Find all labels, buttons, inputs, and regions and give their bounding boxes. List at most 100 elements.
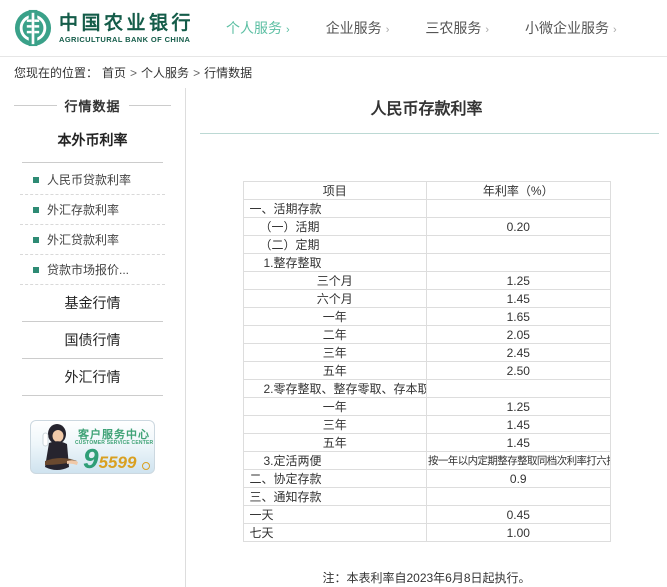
sidebar-section-rates: 本外币利率 bbox=[22, 114, 163, 163]
table-column-header: 项目 bbox=[243, 182, 427, 200]
table-row: 三年2.45 bbox=[243, 344, 610, 362]
sidebar-group-link[interactable]: 基金行情 bbox=[22, 285, 163, 322]
body-layout: 行情数据 本外币利率 人民币贷款利率外汇存款利率外汇贷款利率贷款市场报价... … bbox=[0, 88, 667, 587]
breadcrumb-separator: > bbox=[193, 66, 200, 80]
breadcrumb: 您现在的位置： 首页 > 个人服务 > 行情数据 bbox=[0, 57, 667, 88]
item-cell: 六个月 bbox=[243, 290, 427, 308]
rate-cell: 按一年以内定期整存整取同档次利率打六折执行 bbox=[427, 452, 611, 470]
item-cell: 三年 bbox=[243, 344, 427, 362]
logo-text: 中国农业银行 AGRICULTURAL BANK OF CHINA bbox=[59, 13, 194, 44]
item-cell: 五年 bbox=[243, 434, 427, 452]
table-row: 一天0.45 bbox=[243, 506, 610, 524]
item-cell: 2.零存整取、整存零取、存本取息 bbox=[243, 380, 427, 398]
rate-cell: 0.45 bbox=[427, 506, 611, 524]
title-divider bbox=[200, 133, 659, 134]
rate-cell: 1.25 bbox=[427, 398, 611, 416]
item-cell: 一年 bbox=[243, 398, 427, 416]
table-row: 2.零存整取、整存零取、存本取息 bbox=[243, 380, 610, 398]
table-row: 二、协定存款0.9 bbox=[243, 470, 610, 488]
nav-item-label: 小微企业服务 bbox=[525, 20, 609, 36]
table-row: （二）定期 bbox=[243, 236, 610, 254]
table-row: 六个月1.45 bbox=[243, 290, 610, 308]
service-phone-number: 95599 bbox=[83, 443, 136, 474]
item-cell: 三年 bbox=[243, 416, 427, 434]
rate-cell: 2.50 bbox=[427, 362, 611, 380]
table-row: 3.定活两便按一年以内定期整存整取同档次利率打六折执行 bbox=[243, 452, 610, 470]
customer-service-banner[interactable]: 客户服务中心 CUSTOMER SERVICE CENTER 95599 bbox=[30, 420, 155, 474]
page-title: 人民币存款利率 bbox=[186, 100, 667, 120]
sidebar-group-link[interactable]: 外汇行情 bbox=[22, 359, 163, 396]
breadcrumb-link[interactable]: 行情数据 bbox=[204, 66, 252, 80]
square-bullet-icon bbox=[33, 207, 39, 213]
nav-item-label: 三农服务 bbox=[425, 20, 481, 36]
table-row: 一、活期存款 bbox=[243, 200, 610, 218]
sidebar-title-label: 行情数据 bbox=[57, 96, 129, 115]
breadcrumb-link[interactable]: 个人服务 bbox=[141, 66, 189, 80]
logo-name-en: AGRICULTURAL BANK OF CHINA bbox=[59, 35, 194, 44]
item-cell: （一）活期 bbox=[243, 218, 427, 236]
nav-item-label: 企业服务 bbox=[326, 20, 382, 36]
sidebar-group-link[interactable]: 国债行情 bbox=[22, 322, 163, 359]
sidebar-menu-item-label: 外汇贷款利率 bbox=[47, 231, 119, 248]
rate-cell: 0.9 bbox=[427, 470, 611, 488]
item-cell: 3.定活两便 bbox=[243, 452, 427, 470]
breadcrumb-link[interactable]: 首页 bbox=[102, 66, 126, 80]
rate-cell bbox=[427, 200, 611, 218]
service-agent-illustration bbox=[31, 421, 81, 474]
table-row: 三个月1.25 bbox=[243, 272, 610, 290]
sidebar-menu-item-label: 人民币贷款利率 bbox=[47, 171, 131, 188]
rate-cell bbox=[427, 488, 611, 506]
table-row: 七天1.00 bbox=[243, 524, 610, 542]
sidebar-menu-item[interactable]: 外汇存款利率 bbox=[20, 195, 165, 225]
logo-name-cn: 中国农业银行 bbox=[59, 13, 194, 35]
header: 中国农业银行 AGRICULTURAL BANK OF CHINA 个人服务›企… bbox=[0, 0, 667, 57]
square-bullet-icon bbox=[33, 267, 39, 273]
table-row: 一年1.65 bbox=[243, 308, 610, 326]
chevron-right-icon: › bbox=[386, 24, 390, 36]
phone-digit-9: 9 bbox=[83, 443, 99, 474]
item-cell: 二、协定存款 bbox=[243, 470, 427, 488]
sidebar: 行情数据 本外币利率 人民币贷款利率外汇存款利率外汇贷款利率贷款市场报价... … bbox=[0, 88, 186, 587]
item-cell: 一、活期存款 bbox=[243, 200, 427, 218]
breadcrumb-prefix: 您现在的位置： bbox=[14, 64, 98, 81]
rate-cell bbox=[427, 254, 611, 272]
square-bullet-icon bbox=[33, 177, 39, 183]
rate-cell: 1.65 bbox=[427, 308, 611, 326]
rate-cell: 1.45 bbox=[427, 416, 611, 434]
nav-item-link[interactable]: 三农服务 › bbox=[425, 18, 489, 38]
square-bullet-icon bbox=[33, 237, 39, 243]
table-column-header: 年利率（%） bbox=[427, 182, 611, 200]
item-cell: 三、通知存款 bbox=[243, 488, 427, 506]
abc-logo[interactable]: 中国农业银行 AGRICULTURAL BANK OF CHINA bbox=[14, 9, 194, 47]
content: 人民币存款利率 项目年利率（%） 一、活期存款（一）活期0.20（二）定期1.整… bbox=[186, 88, 667, 587]
table-header-row: 项目年利率（%） bbox=[243, 182, 610, 200]
main-nav: 个人服务 › 企业服务 › 三农服务 › 小微企业服务 › bbox=[226, 18, 617, 38]
breadcrumb-separator: > bbox=[130, 66, 137, 80]
rate-cell bbox=[427, 236, 611, 254]
rate-cell bbox=[427, 380, 611, 398]
rate-cell: 1.25 bbox=[427, 272, 611, 290]
chevron-right-icon: › bbox=[485, 24, 489, 36]
sidebar-menu-item-label: 贷款市场报价... bbox=[47, 261, 129, 278]
chevron-right-icon: › bbox=[286, 24, 290, 36]
nav-item-link[interactable]: 小微企业服务 › bbox=[525, 18, 617, 38]
sidebar-menu-item[interactable]: 外汇贷款利率 bbox=[20, 225, 165, 255]
sidebar-title: 行情数据 bbox=[14, 96, 171, 114]
table-row: 一年1.25 bbox=[243, 398, 610, 416]
rate-cell: 1.00 bbox=[427, 524, 611, 542]
nav-item-active[interactable]: 个人服务 › bbox=[226, 18, 290, 38]
nav-item-link[interactable]: 企业服务 › bbox=[326, 18, 390, 38]
table-row: 五年1.45 bbox=[243, 434, 610, 452]
nav-item-label: 个人服务 bbox=[226, 20, 282, 36]
rate-cell: 0.20 bbox=[427, 218, 611, 236]
sidebar-menu: 人民币贷款利率外汇存款利率外汇贷款利率贷款市场报价... bbox=[20, 165, 165, 285]
item-cell: 1.整存整取 bbox=[243, 254, 427, 272]
table-row: （一）活期0.20 bbox=[243, 218, 610, 236]
sidebar-menu-item[interactable]: 人民币贷款利率 bbox=[20, 165, 165, 195]
sidebar-menu-item[interactable]: 贷款市场报价... bbox=[20, 255, 165, 285]
chevron-right-icon: › bbox=[613, 24, 617, 36]
table-row: 三、通知存款 bbox=[243, 488, 610, 506]
page: 中国农业银行 AGRICULTURAL BANK OF CHINA 个人服务›企… bbox=[0, 0, 667, 587]
rate-cell: 2.45 bbox=[427, 344, 611, 362]
sidebar-groups: 基金行情国债行情外汇行情 bbox=[0, 285, 185, 396]
